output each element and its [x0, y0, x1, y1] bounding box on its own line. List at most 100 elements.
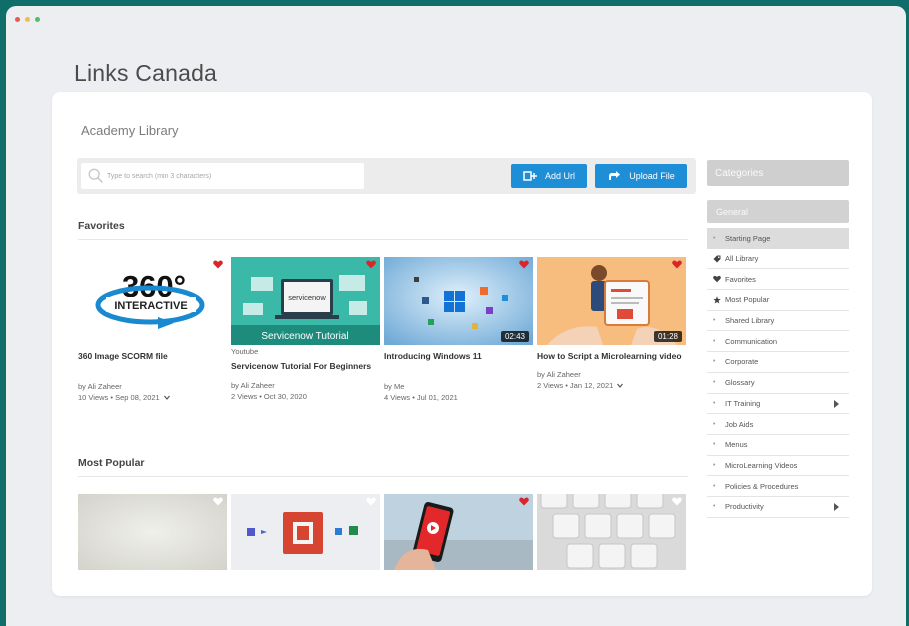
popular-card-1[interactable]	[78, 494, 227, 570]
bullet-icon: •	[713, 234, 716, 242]
favorites-heading: Favorites	[78, 220, 125, 232]
category-item[interactable]: • Glossary	[707, 373, 849, 394]
category-label: Starting Page	[725, 233, 771, 243]
search-input[interactable]	[107, 172, 357, 180]
card-views: 2 Views • Oct 30, 2020	[231, 392, 380, 401]
bullet-icon: •	[713, 420, 716, 428]
upload-file-button[interactable]: Upload File	[595, 164, 687, 188]
favorites-divider	[78, 239, 688, 240]
add-link-icon	[523, 171, 537, 181]
category-item[interactable]: All Library	[707, 249, 849, 270]
card-views-text: 2 Views • Jan 12, 2021	[537, 381, 614, 390]
heart-icon[interactable]	[366, 260, 376, 269]
bullet-icon: •	[713, 461, 716, 469]
category-item[interactable]: Favorites	[707, 269, 849, 291]
categories-sidebar: Categories General • Starting Page All Lib…	[707, 160, 849, 518]
card-author: by Ali Zaheer	[231, 381, 275, 390]
card-thumbnail[interactable]: 01:28	[537, 257, 686, 345]
card-views-text: 2 Views • Oct 30, 2020	[231, 392, 307, 401]
category-label: Shared Library	[725, 316, 775, 326]
bullet-icon: •	[713, 482, 716, 490]
servicenow-thumbnail: servicenow Servicenow Tutorial	[231, 257, 380, 345]
heart-icon[interactable]	[213, 260, 223, 269]
category-label: IT Training	[725, 398, 761, 408]
general-group-header[interactable]: General	[707, 200, 849, 223]
category-item[interactable]: • Productivity	[707, 497, 849, 518]
chevron-down-icon[interactable]	[163, 395, 170, 400]
category-label: MicroLearning Videos	[725, 460, 798, 470]
keyboard-thumbnail	[537, 494, 686, 570]
category-item[interactable]: • Menus	[707, 435, 849, 456]
card-thumbnail[interactable]: 360° INTERACTIVE	[78, 257, 227, 345]
close-dot[interactable]	[15, 17, 20, 22]
bullet-icon: •	[713, 358, 716, 366]
card-views-text: 4 Views • Jul 01, 2021	[384, 393, 458, 402]
card-thumbnail[interactable]	[78, 494, 227, 570]
category-item[interactable]: Most Popular	[707, 290, 849, 311]
card-author: by Ali Zaheer	[537, 370, 581, 379]
category-label: Policies & Procedures	[725, 481, 799, 491]
category-label: Productivity	[725, 502, 764, 512]
card-thumbnail[interactable]: 02:43	[384, 257, 533, 345]
category-item[interactable]: • Shared Library	[707, 311, 849, 332]
library-toolbar: Add Url Upload File	[77, 158, 696, 194]
chevron-down-icon[interactable]	[617, 383, 624, 388]
heart-icon[interactable]	[519, 260, 529, 269]
card-thumbnail[interactable]	[231, 494, 380, 570]
thumb-servicenow-brand: servicenow	[288, 293, 326, 302]
card-thumbnail[interactable]	[537, 494, 686, 570]
tag-icon	[713, 255, 725, 263]
library-title: Academy Library	[81, 123, 179, 138]
thumb-servicenow-caption: Servicenow Tutorial	[261, 331, 348, 342]
video-duration: 02:43	[500, 331, 529, 342]
card-title[interactable]: How to Script a Microlearning video	[537, 350, 686, 362]
category-item[interactable]: • IT Training	[707, 394, 849, 415]
bullet-icon: •	[713, 399, 716, 407]
popular-card-3[interactable]	[384, 494, 533, 570]
category-label: Most Popular	[725, 295, 770, 305]
library-panel: Academy Library Add Url	[52, 92, 872, 596]
category-item[interactable]: • Corporate	[707, 352, 849, 373]
bullet-icon: •	[713, 379, 716, 387]
heart-outline-icon[interactable]	[213, 497, 223, 506]
favorite-card-1[interactable]: 360° INTERACTIVE 360 Image SCORM file by…	[78, 257, 227, 402]
bullet-icon: •	[713, 337, 716, 345]
category-item[interactable]: • Job Aids	[707, 414, 849, 435]
chevron-right-icon[interactable]	[834, 502, 839, 511]
category-item[interactable]: • Policies & Procedures	[707, 476, 849, 497]
add-url-button[interactable]: Add Url	[511, 164, 587, 188]
heart-outline-icon[interactable]	[366, 497, 376, 506]
minimize-dot[interactable]	[25, 17, 30, 22]
maximize-dot[interactable]	[35, 17, 40, 22]
category-label: Glossary	[725, 378, 755, 388]
category-item[interactable]: • Starting Page	[707, 228, 849, 249]
category-label: Favorites	[725, 274, 756, 284]
card-title[interactable]: Introducing Windows 11	[384, 350, 533, 362]
card-author: by Ali Zaheer	[78, 382, 122, 391]
category-label: All Library	[725, 254, 759, 264]
chevron-right-icon[interactable]	[834, 399, 839, 408]
card-thumbnail[interactable]	[384, 494, 533, 570]
category-label: Communication	[725, 336, 778, 346]
heart-icon[interactable]	[519, 497, 529, 506]
category-label: Job Aids	[725, 419, 754, 429]
card-views: 4 Views • Jul 01, 2021	[384, 393, 533, 402]
card-title[interactable]: 360 Image SCORM file	[78, 350, 227, 362]
card-title[interactable]: Servicenow Tutorial For Beginners	[231, 360, 380, 372]
heart-icon[interactable]	[672, 260, 682, 269]
search-box[interactable]	[81, 163, 364, 189]
bullet-icon: •	[713, 503, 716, 511]
category-item[interactable]: • MicroLearning Videos	[707, 456, 849, 477]
add-url-label: Add Url	[544, 171, 575, 181]
card-thumbnail[interactable]: servicenow Servicenow Tutorial	[231, 257, 380, 345]
favorite-card-3[interactable]: 02:43 Introducing Windows 11 by Me 4 Vie…	[384, 257, 533, 402]
category-item[interactable]: • Communication	[707, 331, 849, 353]
favorite-card-4[interactable]: 01:28 How to Script a Microlearning vide…	[537, 257, 686, 390]
category-label: Corporate	[725, 357, 759, 367]
favorite-card-2[interactable]: servicenow Servicenow Tutorial Youtube S…	[231, 257, 380, 401]
categories-header[interactable]: Categories	[707, 160, 849, 186]
popular-card-2[interactable]	[231, 494, 380, 570]
popular-card-4[interactable]	[537, 494, 686, 570]
most-popular-divider	[78, 476, 688, 477]
heart-outline-icon[interactable]	[672, 497, 682, 506]
